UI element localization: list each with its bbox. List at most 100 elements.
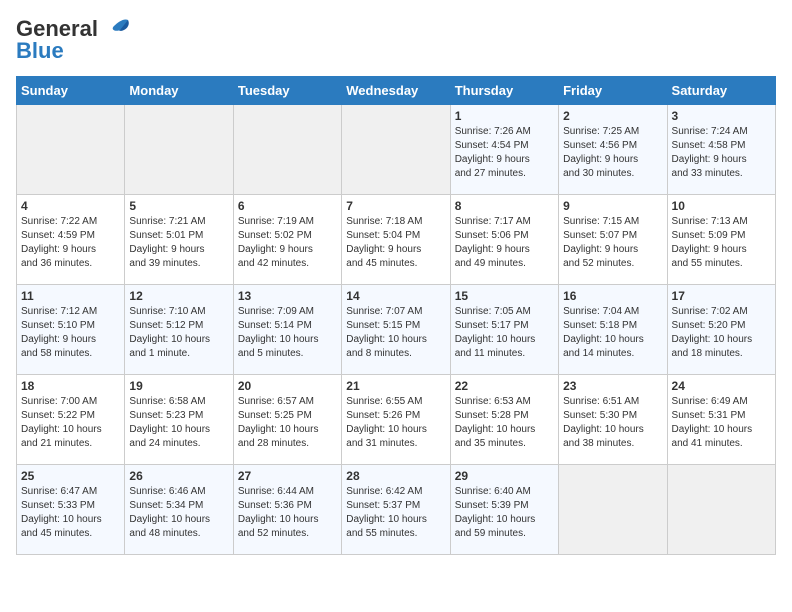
day-info: Sunrise: 6:57 AM Sunset: 5:25 PM Dayligh…: [238, 395, 337, 451]
day-number: 19: [129, 379, 228, 393]
day-number: 24: [672, 379, 771, 393]
calendar-cell: [342, 105, 450, 195]
calendar-cell: 23Sunrise: 6:51 AM Sunset: 5:30 PM Dayli…: [559, 375, 667, 465]
calendar-cell: 6 Sunrise: 7:19 AM Sunset: 5:02 PM Daylig…: [233, 195, 341, 285]
calendar-cell: 7 Sunrise: 7:18 AM Sunset: 5:04 PM Daylig…: [342, 195, 450, 285]
calendar-cell: [667, 465, 775, 555]
header-thursday: Thursday: [450, 77, 558, 105]
day-number: 26: [129, 469, 228, 483]
day-number: 16: [563, 289, 662, 303]
calendar-cell: 11 Sunrise: 7:12 AM Sunset: 5:10 PM Dayli…: [17, 285, 125, 375]
day-info: Sunrise: 7:12 AM Sunset: 5:10 PM Dayligh…: [21, 305, 120, 361]
day-number: 28: [346, 469, 445, 483]
day-info: Sunrise: 7:17 AM Sunset: 5:06 PM Dayligh…: [455, 215, 554, 271]
day-info: Sunrise: 7:07 AM Sunset: 5:15 PM Dayligh…: [346, 305, 445, 361]
logo: General Blue: [16, 16, 132, 64]
day-number: 25: [21, 469, 120, 483]
day-number: 11: [21, 289, 120, 303]
day-number: 18: [21, 379, 120, 393]
calendar-cell: 20Sunrise: 6:57 AM Sunset: 5:25 PM Dayli…: [233, 375, 341, 465]
day-number: 17: [672, 289, 771, 303]
calendar-cell: 1 Sunrise: 7:26 AM Sunset: 4:54 PM Daylig…: [450, 105, 558, 195]
calendar-header-row: SundayMondayTuesdayWednesdayThursdayFrid…: [17, 77, 776, 105]
week-row-5: 25 Sunrise: 6:47 AM Sunset: 5:33 PM Dayli…: [17, 465, 776, 555]
week-row-2: 4 Sunrise: 7:22 AM Sunset: 4:59 PM Daylig…: [17, 195, 776, 285]
calendar-cell: 19 Sunrise: 6:58 AM Sunset: 5:23 PM Dayli…: [125, 375, 233, 465]
day-info: Sunrise: 7:22 AM Sunset: 4:59 PM Dayligh…: [21, 215, 120, 271]
week-row-1: 1 Sunrise: 7:26 AM Sunset: 4:54 PM Daylig…: [17, 105, 776, 195]
header-saturday: Saturday: [667, 77, 775, 105]
calendar-cell: 2 Sunrise: 7:25 AM Sunset: 4:56 PM Daylig…: [559, 105, 667, 195]
day-info: Sunrise: 6:58 AM Sunset: 5:23 PM Dayligh…: [129, 395, 228, 451]
day-info: Sunrise: 6:53 AM Sunset: 5:28 PM Dayligh…: [455, 395, 554, 451]
calendar-cell: 22 Sunrise: 6:53 AM Sunset: 5:28 PM Dayli…: [450, 375, 558, 465]
calendar-cell: 15 Sunrise: 7:05 AM Sunset: 5:17 PM Dayli…: [450, 285, 558, 375]
day-info: Sunrise: 6:47 AM Sunset: 5:33 PM Dayligh…: [21, 485, 120, 541]
calendar-cell: [233, 105, 341, 195]
day-info: Sunrise: 7:04 AM Sunset: 5:18 PM Dayligh…: [563, 305, 662, 361]
week-row-4: 18 Sunrise: 7:00 AM Sunset: 5:22 PM Dayli…: [17, 375, 776, 465]
calendar-cell: 4 Sunrise: 7:22 AM Sunset: 4:59 PM Daylig…: [17, 195, 125, 285]
day-number: 4: [21, 199, 120, 213]
calendar-cell: [125, 105, 233, 195]
day-info: Sunrise: 7:19 AM Sunset: 5:02 PM Dayligh…: [238, 215, 337, 271]
day-number: 22: [455, 379, 554, 393]
day-number: 2: [563, 109, 662, 123]
day-info: Sunrise: 7:00 AM Sunset: 5:22 PM Dayligh…: [21, 395, 120, 451]
day-info: Sunrise: 6:42 AM Sunset: 5:37 PM Dayligh…: [346, 485, 445, 541]
day-number: 8: [455, 199, 554, 213]
day-info: Sunrise: 6:51 AM Sunset: 5:30 PM Dayligh…: [563, 395, 662, 451]
day-info: Sunrise: 7:21 AM Sunset: 5:01 PM Dayligh…: [129, 215, 228, 271]
day-info: Sunrise: 7:02 AM Sunset: 5:20 PM Dayligh…: [672, 305, 771, 361]
day-info: Sunrise: 6:44 AM Sunset: 5:36 PM Dayligh…: [238, 485, 337, 541]
calendar-cell: 10Sunrise: 7:13 AM Sunset: 5:09 PM Dayli…: [667, 195, 775, 285]
calendar-cell: 14Sunrise: 7:07 AM Sunset: 5:15 PM Dayli…: [342, 285, 450, 375]
day-number: 7: [346, 199, 445, 213]
day-info: Sunrise: 6:46 AM Sunset: 5:34 PM Dayligh…: [129, 485, 228, 541]
day-number: 27: [238, 469, 337, 483]
calendar-cell: 27 Sunrise: 6:44 AM Sunset: 5:36 PM Dayli…: [233, 465, 341, 555]
calendar-cell: 17 Sunrise: 7:02 AM Sunset: 5:20 PM Dayli…: [667, 285, 775, 375]
day-info: Sunrise: 7:15 AM Sunset: 5:07 PM Dayligh…: [563, 215, 662, 271]
day-info: Sunrise: 6:40 AM Sunset: 5:39 PM Dayligh…: [455, 485, 554, 541]
day-number: 5: [129, 199, 228, 213]
calendar-cell: [559, 465, 667, 555]
day-info: Sunrise: 7:25 AM Sunset: 4:56 PM Dayligh…: [563, 125, 662, 181]
calendar-cell: 13 Sunrise: 7:09 AM Sunset: 5:14 PM Dayli…: [233, 285, 341, 375]
day-info: Sunrise: 7:05 AM Sunset: 5:17 PM Dayligh…: [455, 305, 554, 361]
calendar-cell: 9Sunrise: 7:15 AM Sunset: 5:07 PM Daylig…: [559, 195, 667, 285]
day-number: 6: [238, 199, 337, 213]
day-number: 3: [672, 109, 771, 123]
calendar-cell: 25 Sunrise: 6:47 AM Sunset: 5:33 PM Dayli…: [17, 465, 125, 555]
calendar-cell: 29 Sunrise: 6:40 AM Sunset: 5:39 PM Dayli…: [450, 465, 558, 555]
calendar-cell: 24 Sunrise: 6:49 AM Sunset: 5:31 PM Dayli…: [667, 375, 775, 465]
day-info: Sunrise: 7:13 AM Sunset: 5:09 PM Dayligh…: [672, 215, 771, 271]
calendar-cell: 26 Sunrise: 6:46 AM Sunset: 5:34 PM Dayli…: [125, 465, 233, 555]
header-tuesday: Tuesday: [233, 77, 341, 105]
day-number: 15: [455, 289, 554, 303]
header-sunday: Sunday: [17, 77, 125, 105]
calendar-table: SundayMondayTuesdayWednesdayThursdayFrid…: [16, 76, 776, 555]
calendar-cell: 21 Sunrise: 6:55 AM Sunset: 5:26 PM Dayli…: [342, 375, 450, 465]
header-monday: Monday: [125, 77, 233, 105]
day-number: 21: [346, 379, 445, 393]
day-info: Sunrise: 7:18 AM Sunset: 5:04 PM Dayligh…: [346, 215, 445, 271]
calendar-cell: 5 Sunrise: 7:21 AM Sunset: 5:01 PM Daylig…: [125, 195, 233, 285]
day-number: 29: [455, 469, 554, 483]
calendar-cell: [17, 105, 125, 195]
day-info: Sunrise: 6:55 AM Sunset: 5:26 PM Dayligh…: [346, 395, 445, 451]
calendar-cell: 8 Sunrise: 7:17 AM Sunset: 5:06 PM Daylig…: [450, 195, 558, 285]
day-info: Sunrise: 7:26 AM Sunset: 4:54 PM Dayligh…: [455, 125, 554, 181]
calendar-cell: 12 Sunrise: 7:10 AM Sunset: 5:12 PM Dayli…: [125, 285, 233, 375]
day-info: Sunrise: 6:49 AM Sunset: 5:31 PM Dayligh…: [672, 395, 771, 451]
week-row-3: 11 Sunrise: 7:12 AM Sunset: 5:10 PM Dayli…: [17, 285, 776, 375]
logo-bird-icon: [100, 18, 132, 40]
day-info: Sunrise: 7:09 AM Sunset: 5:14 PM Dayligh…: [238, 305, 337, 361]
day-number: 12: [129, 289, 228, 303]
day-number: 13: [238, 289, 337, 303]
logo-blue: Blue: [16, 38, 64, 64]
day-info: Sunrise: 7:24 AM Sunset: 4:58 PM Dayligh…: [672, 125, 771, 181]
day-number: 1: [455, 109, 554, 123]
header-friday: Friday: [559, 77, 667, 105]
day-info: Sunrise: 7:10 AM Sunset: 5:12 PM Dayligh…: [129, 305, 228, 361]
